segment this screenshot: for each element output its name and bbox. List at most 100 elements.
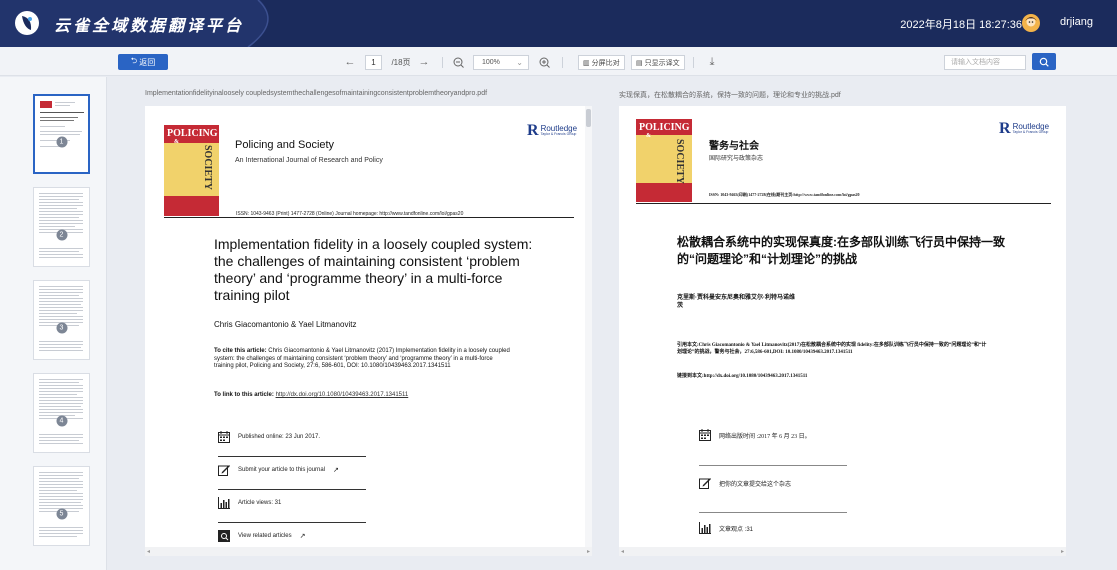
total-pages: /18页 (391, 57, 411, 67)
publisher-logo: R Routledge Taylor & Francis Group (527, 122, 578, 139)
avatar[interactable] (1022, 14, 1040, 32)
zoom-out-icon[interactable] (451, 54, 465, 70)
submit-text[interactable]: 把你的文章提交给这个杂志 (719, 479, 791, 488)
journal-title: 警务与社会 (709, 141, 759, 152)
article-title: 松散耦合系统中的实现保真度:在多部队训练飞行员中保持一致的“问题理论”和“计划理… (677, 235, 1005, 266)
citation-block: To cite this article: Chris Giacomantoni… (214, 348, 514, 371)
return-icon: ⮌ (130, 56, 138, 65)
header-rule (636, 203, 1051, 204)
username[interactable]: drjiang (1060, 16, 1093, 28)
submit-item[interactable]: Submit your article to this journal ↗ (218, 464, 339, 476)
split-icon: ▥ (583, 59, 590, 67)
issn-line: ISSN: 1043-9463 (Print) 1477-2728 (Onlin… (236, 211, 464, 217)
search-input[interactable]: 请输入文档内容 (944, 55, 1026, 70)
source-document-page[interactable]: POLICING & SOCIETY Policing and Society … (145, 106, 592, 556)
back-button[interactable]: ⮌ 返回 (118, 54, 168, 70)
article-link-line[interactable]: 链接到本文:http://dx.doi.org/10.1080/10439463… (677, 372, 807, 379)
divider (699, 512, 847, 513)
page-input[interactable]: 1 (365, 55, 382, 70)
divider (442, 57, 443, 68)
divider (699, 465, 847, 466)
calendar-icon (699, 429, 711, 441)
related-text[interactable]: View related articles (238, 533, 292, 539)
search-icon (1039, 57, 1049, 67)
views-text: 文章观点 :31 (719, 526, 754, 533)
translated-filename: 实现保真，在松散耦合的系统，保持一致的问题，理论和专业的挑战.pdf (619, 92, 841, 99)
publisher-sub: Taylor & Francis Group (1012, 130, 1049, 135)
cover-amp: & (174, 139, 179, 145)
chevron-down-icon: ⌄ (516, 58, 523, 67)
journal-title: Policing and Society (235, 139, 335, 151)
citation-block: 引用本文:Chris Giacomantonio & Yael Litmanov… (677, 343, 987, 355)
translated-document-page[interactable]: POLICING & SOCIETY 警务与社会 国际研究与政策杂志 R Rou… (619, 106, 1066, 556)
publisher-logo: R Routledge Taylor & Francis Group (999, 120, 1050, 137)
split-compare-button[interactable]: ▥ 分屏比对 (578, 55, 625, 70)
vertical-scrollbar[interactable] (585, 106, 592, 556)
published-text: 网络出版时间 :2017 年 6 月 23 日。 (719, 433, 811, 440)
page-thumbnail[interactable]: 3 (33, 280, 90, 360)
page-number-badge: 1 (56, 136, 67, 148)
journal-cover: POLICING & SOCIETY (636, 119, 692, 202)
horizontal-scrollbar[interactable]: ◂ ▸ (145, 547, 592, 556)
views-item: 文章观点 :31 (699, 522, 753, 534)
header-rule (164, 217, 574, 218)
publisher-sub: Taylor & Francis Group (540, 132, 577, 137)
citation-label: To cite this article: (214, 348, 267, 354)
journal-subtitle: 国际研究与政策杂志 (709, 156, 764, 162)
bar-chart-icon (699, 522, 711, 534)
back-label: 返回 (139, 57, 156, 67)
article-title: Implementation fidelity in a loosely cou… (214, 236, 533, 303)
page-thumbnail[interactable]: 4 (33, 373, 90, 453)
divider (218, 456, 366, 457)
related-item[interactable]: View related articles ↗ (218, 530, 305, 542)
views-text: Article views: 31 (238, 500, 282, 506)
cover-title: POLICING (167, 128, 218, 139)
thumbnail-sidebar: 1 2 3 4 5 (0, 77, 107, 570)
published-item: 网络出版时间 :2017 年 6 月 23 日。 (699, 429, 811, 441)
page-thumbnail[interactable]: 2 (33, 187, 90, 267)
doi-link[interactable]: http://dx.doi.org/10.1080/10439463.2017.… (276, 392, 409, 398)
zoom-value: 100% (482, 59, 500, 66)
published-item: Published online: 23 Jun 2017. (218, 431, 320, 443)
zoom-in-icon[interactable] (537, 54, 551, 70)
page-number-badge: 3 (56, 322, 67, 334)
horizontal-scrollbar[interactable]: ◂ ▸ (619, 547, 1066, 556)
submit-item[interactable]: 把你的文章提交给这个杂志 (699, 477, 791, 489)
download-icon[interactable]: ⤓ (705, 54, 719, 70)
cover-title: POLICING (639, 122, 690, 133)
page-number-badge: 2 (56, 229, 67, 241)
search-doc-icon (218, 530, 230, 542)
page-number-badge: 4 (56, 415, 67, 427)
next-page-icon[interactable]: → (417, 54, 431, 70)
divider (218, 522, 366, 523)
journal-subtitle: An International Journal of Research and… (235, 157, 383, 164)
search-button[interactable] (1032, 53, 1056, 70)
views-item: Article views: 31 (218, 497, 281, 509)
link-label: To link to this article: (214, 392, 276, 398)
source-filename: Implementationfidelityinaloosely coupled… (145, 90, 488, 97)
page-number-badge: 5 (56, 508, 67, 520)
doc-icon: ▤ (636, 59, 643, 67)
article-link-line: To link to this article: http://dx.doi.o… (214, 392, 408, 398)
divider (562, 57, 563, 68)
submit-text[interactable]: Submit your article to this journal (238, 467, 325, 473)
zoom-select[interactable]: 100% ⌄ (473, 55, 529, 70)
app-title: 云雀全域数据翻译平台 (54, 18, 245, 35)
edit-icon (699, 477, 711, 489)
prev-page-icon[interactable]: ← (343, 54, 357, 70)
article-authors: 克里斯·贾科曼安东尼奥和雅艾尔·利特马诺维茨 (677, 295, 795, 309)
page-thumbnail[interactable]: 5 (33, 466, 90, 546)
external-link-icon: ↗ (333, 467, 339, 474)
article-authors: Chris Giacomantonio & Yael Litmanovitz (214, 320, 357, 329)
journal-cover: POLICING & SOCIETY (164, 125, 219, 216)
cover-vertical: SOCIETY (674, 139, 685, 185)
app-header: 云雀全域数据翻译平台 2022年8月18日 18:27:36 drjiang (0, 0, 1117, 47)
issn-line: ISSN: 1043-9463(印刷)1477-2728(在线)期刊主页:htt… (709, 192, 860, 197)
published-text: Published online: 23 Jun 2017. (238, 434, 321, 440)
page-thumbnail[interactable]: 1 (33, 94, 90, 174)
calendar-icon (218, 431, 230, 443)
only-translation-button[interactable]: ▤ 只显示译文 (631, 55, 685, 70)
external-link-icon: ↗ (299, 533, 306, 540)
edit-icon (218, 464, 230, 476)
cover-vertical: SOCIETY (202, 145, 213, 191)
